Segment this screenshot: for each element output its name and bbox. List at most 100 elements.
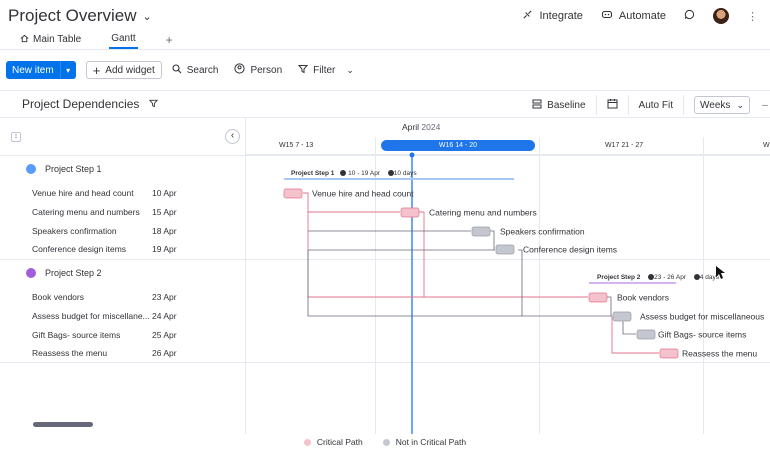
search-icon <box>172 63 182 77</box>
item-date: 23 Apr <box>152 292 177 302</box>
search-button[interactable]: Search <box>172 63 218 77</box>
task-bar[interactable]: Speakers confirmation <box>471 227 585 237</box>
top-bar: Project Overview ⌄ Integrate Automate ⋮ <box>0 0 770 34</box>
item-date: 24 Apr <box>152 311 177 321</box>
board-title-menu[interactable]: Project Overview ⌄ <box>8 6 152 26</box>
filter-icon[interactable] <box>149 97 159 111</box>
toolbar: New item ▾ + Add widget Search Person Fi… <box>6 60 354 80</box>
calendar-icon[interactable] <box>607 98 618 112</box>
list-item[interactable]: Speakers confirmation 18 Apr <box>0 222 246 240</box>
item-name: Assess budget for miscellane... <box>32 311 150 321</box>
auto-fit-button[interactable]: Auto Fit <box>639 100 673 111</box>
horizontal-scrollbar[interactable] <box>33 422 93 427</box>
board-name: Project Dependencies <box>22 97 140 111</box>
item-name: Book vendors <box>32 292 84 302</box>
tab-label: Gantt <box>111 33 136 44</box>
item-name: Catering menu and numbers <box>32 207 140 217</box>
gantt-timeline: April 2024 W15 7 - 13 W16 14 - 20 W17 21… <box>246 118 770 434</box>
list-item[interactable]: Conference design items 19 Apr <box>0 240 246 258</box>
baseline-label: Baseline <box>547 99 586 111</box>
integrate-label: Integrate <box>539 10 583 22</box>
group-header[interactable]: Project Step 1 <box>0 164 246 174</box>
new-item-button[interactable]: New item <box>6 61 60 79</box>
filter-button[interactable]: Filter ⌄ <box>298 64 354 77</box>
tab-main-table[interactable]: Main Table <box>18 30 83 49</box>
chat-icon[interactable] <box>684 9 695 23</box>
list-item[interactable]: Book vendors 23 Apr <box>0 288 246 306</box>
automate-button[interactable]: Automate <box>601 9 666 23</box>
item-name: Venue hire and head count <box>32 188 134 198</box>
item-name: Speakers confirmation <box>32 226 117 236</box>
task-bar[interactable]: Catering menu and numbers <box>400 208 537 218</box>
more-icon[interactable]: – <box>760 100 770 111</box>
gantt-chart: Project Step 1 10 - 19 Apr 10 days Proje… <box>283 152 764 434</box>
group-header[interactable]: Project Step 2 <box>0 268 246 278</box>
add-widget-button[interactable]: + Add widget <box>85 61 162 79</box>
dependency-arrow <box>607 296 612 316</box>
group-summary-label: Project Step 1 10 - 19 Apr 10 days <box>291 170 417 177</box>
task-bar[interactable]: Assess budget for miscellaneous <box>612 312 764 322</box>
group-color-dot <box>26 164 36 174</box>
task-bar-label: Book vendors <box>617 293 669 303</box>
auto-fit-label: Auto Fit <box>638 99 673 111</box>
divider <box>595 95 597 115</box>
board-header: Project Dependencies Baseline Auto Fit W… <box>0 90 770 118</box>
summary-dot <box>648 274 654 280</box>
chevron-down-icon: ⌄ <box>142 10 152 23</box>
collapse-all-icon[interactable]: ↕ <box>11 132 21 142</box>
group-summary-label: Project Step 2 23 - 26 Apr 4 days <box>597 274 720 281</box>
dependency-arrow <box>307 250 612 317</box>
group-name: Project Step 2 <box>45 268 102 278</box>
baseline-button[interactable]: Baseline <box>532 99 586 112</box>
avatar[interactable] <box>713 8 729 24</box>
dependency-arrow <box>518 249 523 316</box>
robot-icon <box>601 9 613 23</box>
legend-label: Not in Critical Path <box>395 437 467 447</box>
top-actions: Integrate Automate ⋮ <box>522 8 758 24</box>
filter-label: Filter <box>313 64 336 76</box>
group-color-dot <box>26 268 36 278</box>
item-date: 25 Apr <box>152 330 177 340</box>
plus-icon: + <box>92 62 101 78</box>
item-date: 26 Apr <box>152 348 177 358</box>
group-name: Project Step 1 <box>45 164 102 174</box>
legend-critical: Critical Path <box>303 434 363 450</box>
item-date: 15 Apr <box>152 207 177 217</box>
chevron-down-icon: ⌄ <box>346 64 354 75</box>
dependency-arrow <box>307 212 588 298</box>
task-bar[interactable]: Book vendors <box>588 293 669 303</box>
summary-duration: 10 days <box>394 170 418 177</box>
chevron-down-icon[interactable]: ▾ <box>59 61 76 79</box>
legend-dot <box>382 438 390 446</box>
zoom-select[interactable]: Weeks ⌄ <box>694 96 750 114</box>
more-icon[interactable]: ⋮ <box>747 10 758 23</box>
task-bar[interactable]: Reassess the menu <box>659 349 757 359</box>
legend-noncritical: Not in Critical Path <box>382 434 467 450</box>
task-bar[interactable]: Venue hire and head count <box>283 189 414 199</box>
person-button[interactable]: Person <box>234 63 282 77</box>
chevron-left-icon[interactable]: ‹ <box>225 129 240 144</box>
tab-gantt[interactable]: Gantt <box>109 30 138 49</box>
list-item[interactable]: Catering menu and numbers 15 Apr <box>0 203 246 221</box>
page-title: Project Overview <box>8 6 137 25</box>
zoom-value: Weeks <box>700 99 731 111</box>
plus-icon: + <box>165 32 173 47</box>
item-date: 19 Apr <box>152 244 177 254</box>
task-bar[interactable]: Gift Bags- source items <box>636 330 746 340</box>
list-item[interactable]: Venue hire and head count 10 Apr <box>0 184 246 202</box>
integrate-button[interactable]: Integrate <box>522 9 583 23</box>
today-marker <box>409 152 415 158</box>
list-item[interactable]: Gift Bags- source items 25 Apr <box>0 326 246 344</box>
list-item[interactable]: Reassess the menu 26 Apr <box>0 344 246 362</box>
divider <box>627 95 629 115</box>
list-item[interactable]: Assess budget for miscellane... 24 Apr <box>0 307 246 325</box>
view-tabs: Main Table Gantt + <box>0 30 770 50</box>
integrate-icon <box>522 9 533 23</box>
task-bar-label: Gift Bags- source items <box>658 330 746 340</box>
task-bar[interactable]: Conference design items <box>495 245 617 255</box>
add-view-button[interactable]: + <box>164 30 175 49</box>
dependency-arrow <box>419 211 425 297</box>
item-name: Reassess the menu <box>32 348 108 358</box>
person-label: Person <box>250 64 283 76</box>
item-date: 10 Apr <box>152 188 177 198</box>
